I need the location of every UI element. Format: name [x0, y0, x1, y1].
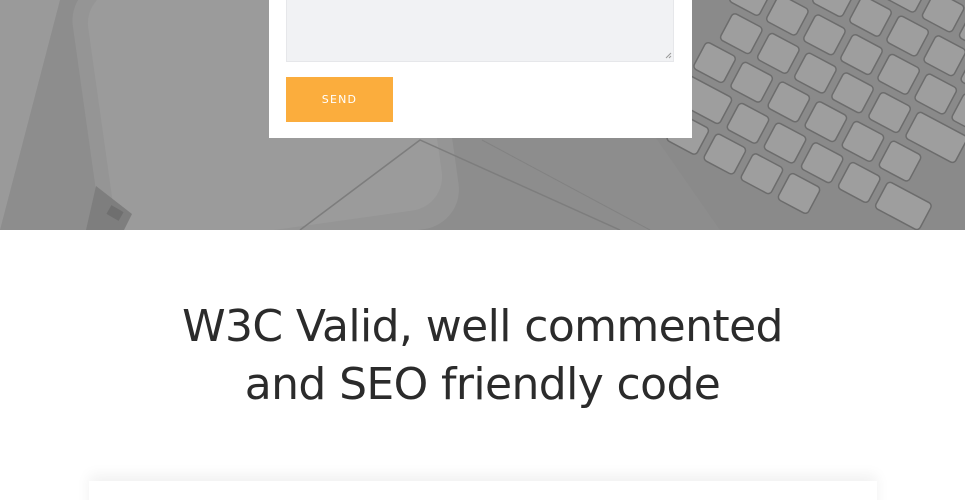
- feature-heading-line-2: and SEO friendly code: [244, 359, 721, 410]
- send-button[interactable]: SEND: [286, 77, 393, 122]
- feature-heading-line-1: W3C Valid, well commented: [182, 301, 783, 352]
- message-textarea[interactable]: [286, 0, 674, 62]
- contact-form-card: SEND: [269, 0, 692, 138]
- code-preview-card: [89, 481, 877, 500]
- resize-grip-icon[interactable]: [665, 52, 672, 59]
- feature-heading: W3C Valid, well commented and SEO friend…: [0, 298, 965, 414]
